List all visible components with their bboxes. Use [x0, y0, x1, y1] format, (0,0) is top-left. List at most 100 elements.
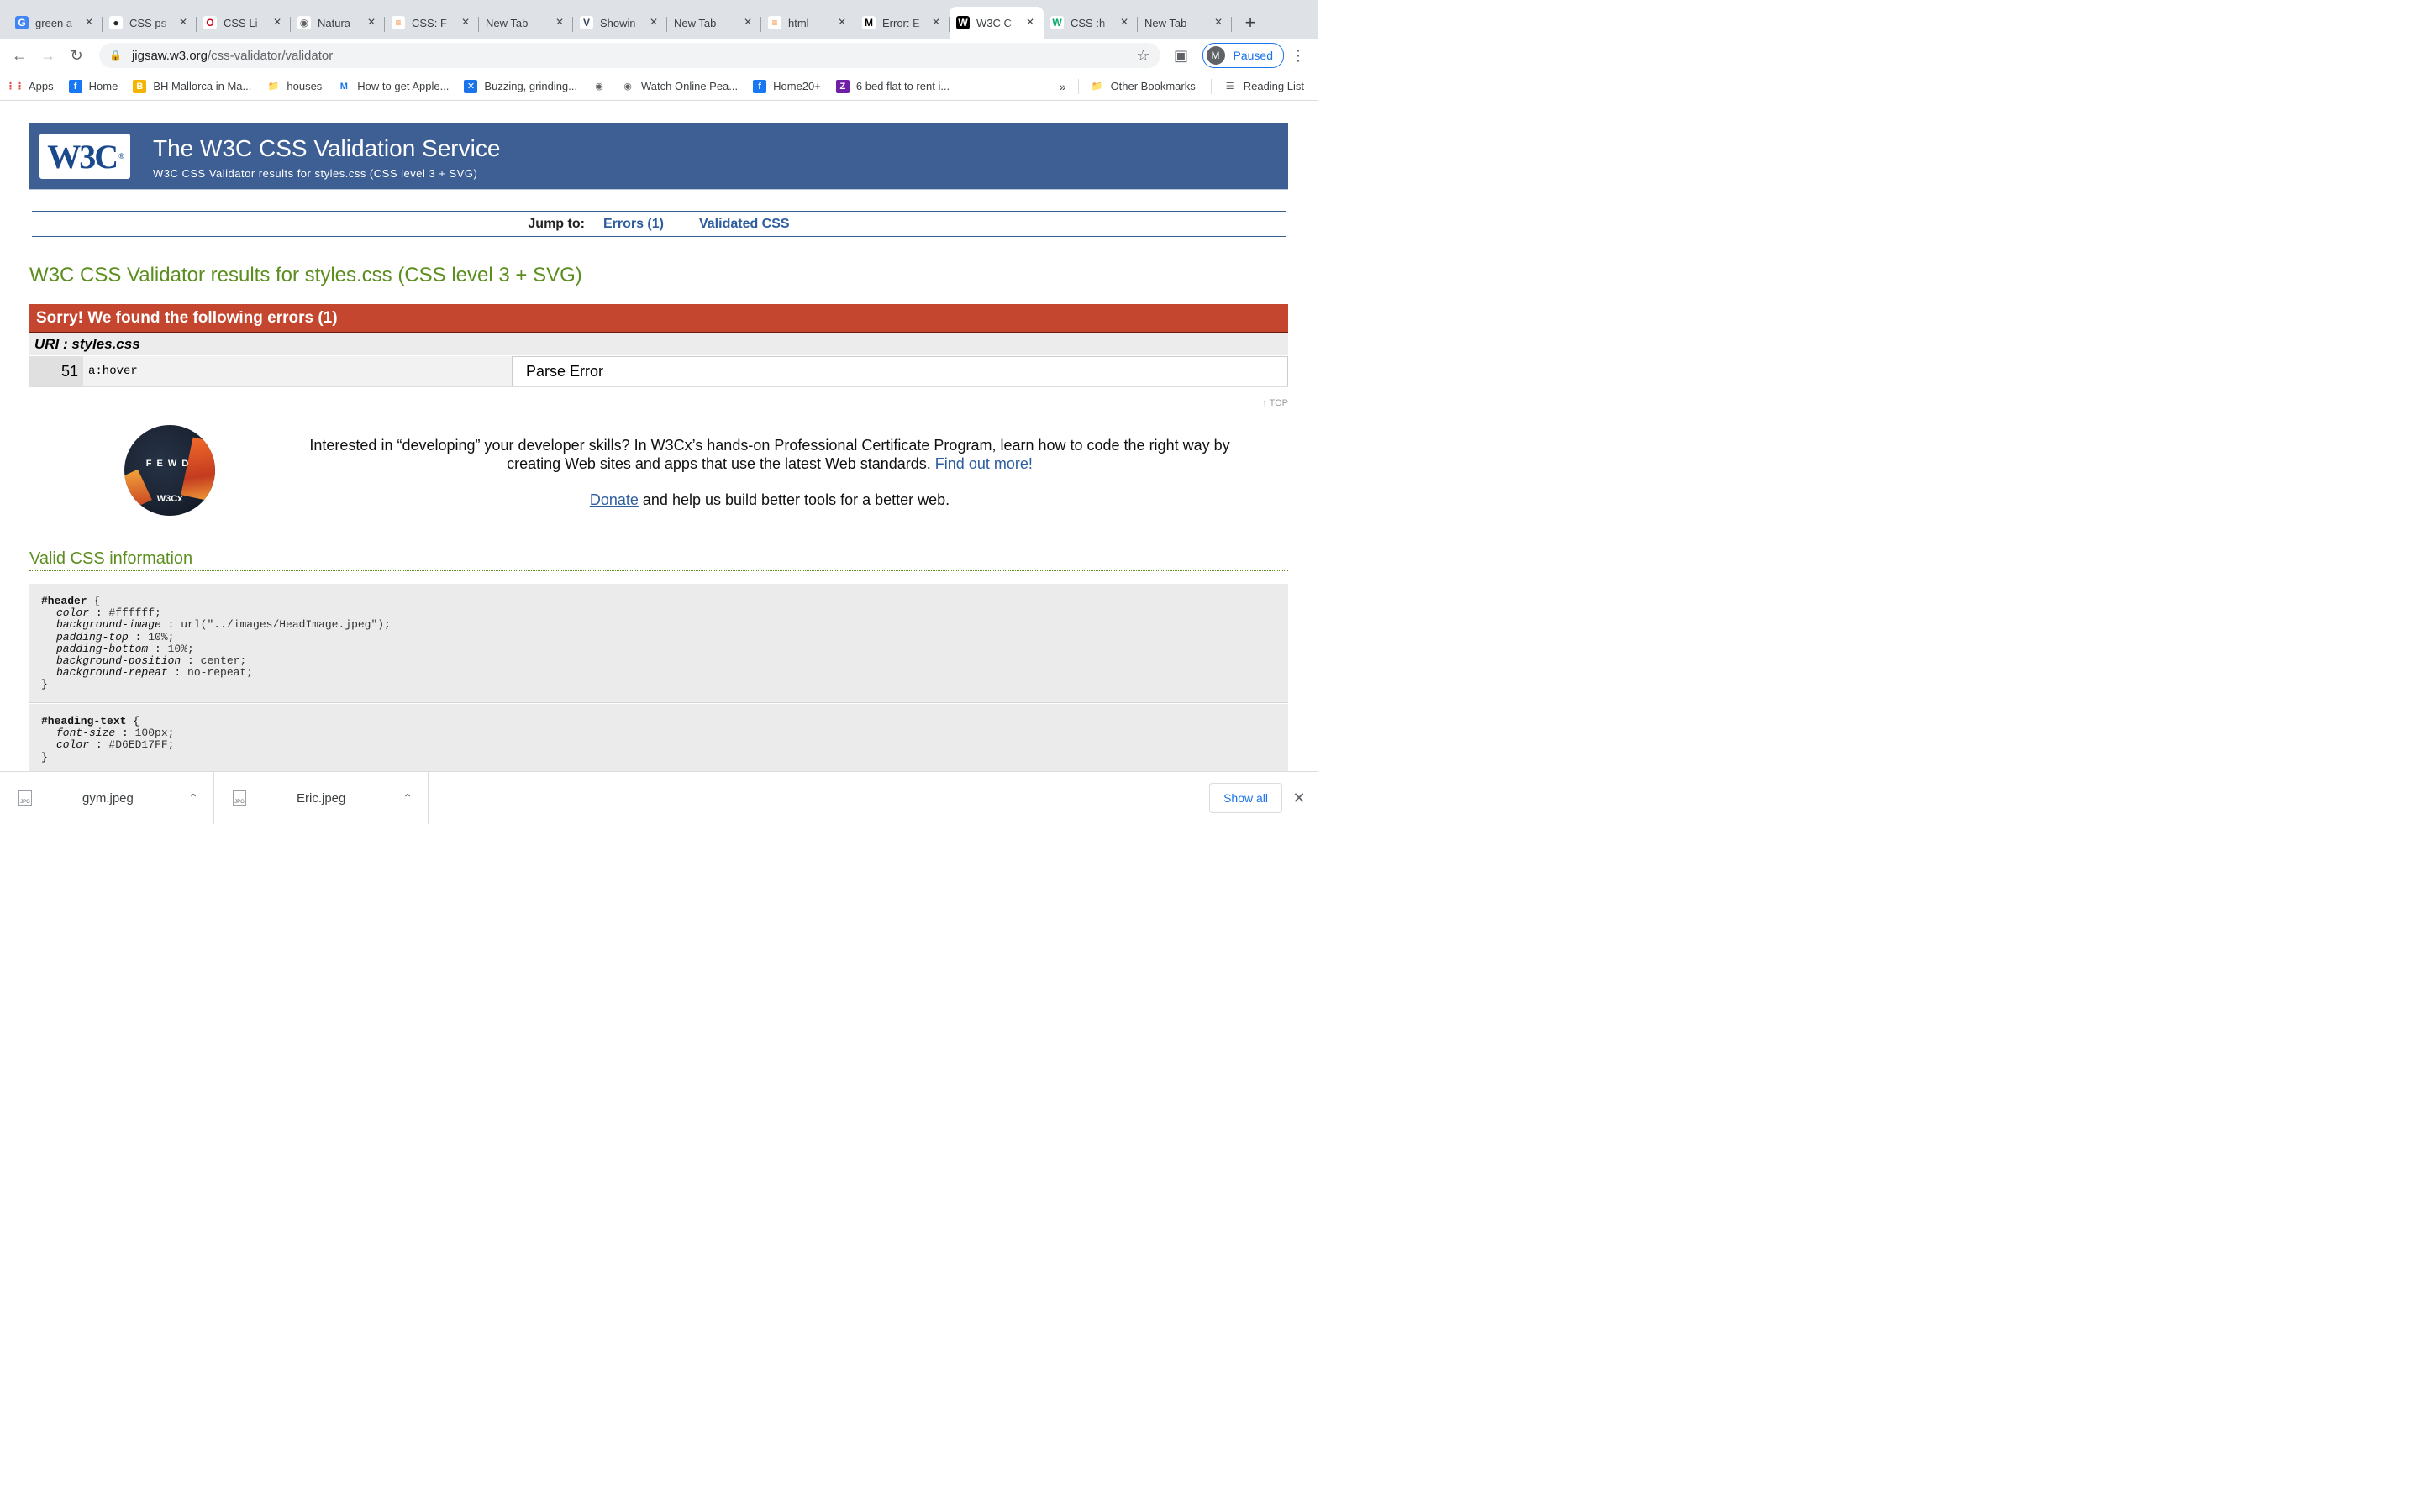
bookmarks-overflow-chevron[interactable]: » — [1060, 80, 1066, 93]
css-declaration: color : #ffffff; — [41, 607, 1288, 619]
browser-menu-icon[interactable]: ⋮ — [1284, 41, 1313, 70]
browser-tab[interactable]: New Tab × — [479, 7, 573, 39]
profile-status: Paused — [1233, 49, 1273, 62]
close-tab-icon[interactable]: × — [741, 15, 755, 30]
globe-icon: ◉ — [592, 79, 606, 93]
close-tab-icon[interactable]: × — [1023, 15, 1037, 30]
download-item[interactable]: JPG Eric.jpeg ⌃ — [214, 772, 429, 824]
facebook-icon: f — [753, 79, 767, 93]
browser-tab[interactable]: New Tab × — [1138, 7, 1232, 39]
w3cx-fewd-badge[interactable]: FEWD W3Cx — [124, 425, 215, 516]
stackoverflow-icon: ≡ — [768, 16, 781, 29]
close-tab-icon[interactable]: × — [82, 15, 96, 30]
folder-icon: 📁 — [266, 79, 281, 93]
forward-button[interactable]: → — [34, 41, 62, 70]
w3c-logo[interactable]: W3C ® — [39, 134, 130, 179]
jump-validated-link[interactable]: Validated CSS — [699, 217, 790, 232]
other-bookmarks[interactable]: 📁 Other Bookmarks — [1091, 80, 1196, 93]
close-tab-icon[interactable]: × — [176, 15, 190, 30]
reading-list-label: Reading List — [1243, 80, 1304, 92]
back-button[interactable]: ← — [5, 41, 34, 70]
browser-tab[interactable]: M Error: E × — [855, 7, 950, 39]
bookmark-item[interactable]: M How to get Apple... — [337, 79, 449, 93]
css-value: #D6ED17FF; — [108, 738, 175, 752]
new-tab-button[interactable]: + — [1237, 7, 1264, 39]
reading-list[interactable]: ☰ Reading List — [1223, 80, 1304, 93]
bookmark-item[interactable]: f Home20+ — [753, 79, 821, 93]
w3c-logo-text: W3C — [47, 137, 118, 176]
bookmark-item[interactable]: f Home — [68, 79, 118, 93]
bookmark-item[interactable]: Z 6 bed flat to rent i... — [835, 79, 950, 93]
close-tab-icon[interactable]: × — [271, 15, 284, 30]
bookmark-label: 6 bed flat to rent i... — [855, 80, 950, 92]
browser-tab[interactable]: V Showin × — [573, 7, 667, 39]
css-selector: #header — [41, 595, 87, 607]
tab-title: green a — [35, 16, 73, 29]
browser-tab[interactable]: ◉ Natura × — [291, 7, 385, 39]
page-content: W3C ® The W3C CSS Validation Service W3C … — [0, 102, 1318, 771]
bookmark-label: Apps — [29, 80, 54, 92]
bookmark-star-icon[interactable]: ☆ — [1136, 47, 1150, 65]
bookmark-item[interactable]: ◉ Watch Online Pea... — [621, 79, 738, 93]
bookmark-label: Buzzing, grinding... — [484, 80, 577, 92]
top-link[interactable]: ↑ TOP — [1262, 398, 1288, 408]
error-context: a:hover — [83, 356, 512, 386]
browser-tab[interactable]: ≡ html - × — [761, 7, 855, 39]
browser-tab[interactable]: W CSS :h × — [1044, 7, 1138, 39]
tab-title: CSS ps — [129, 16, 167, 29]
address-bar[interactable]: 🔒 jigsaw.w3.org/css-validator/validator … — [99, 43, 1160, 68]
close-tab-icon[interactable]: × — [1118, 15, 1131, 30]
close-tab-icon[interactable]: × — [459, 15, 472, 30]
close-tab-icon[interactable]: × — [929, 15, 943, 30]
bookmark-item[interactable]: B BH Mallorca in Ma... — [133, 79, 251, 93]
reload-button[interactable]: ↻ — [62, 41, 91, 70]
chevron-up-icon[interactable]: ⌃ — [402, 791, 413, 806]
badge-decoration — [181, 437, 215, 502]
browser-tab[interactable]: ● CSS ps × — [103, 7, 197, 39]
chevron-up-icon[interactable]: ⌃ — [188, 791, 198, 806]
bookmark-item[interactable]: ⋮⋮ Apps — [6, 79, 54, 93]
jump-errors-link[interactable]: Errors (1) — [603, 217, 664, 232]
stackoverflow-icon: ≡ — [392, 16, 405, 29]
css-value: center; — [200, 654, 247, 668]
lock-icon: 🔒 — [109, 50, 122, 61]
browser-tab[interactable]: Ggreen a × — [8, 7, 103, 39]
close-tab-icon[interactable]: × — [835, 15, 849, 30]
bookmarks-divider — [1077, 78, 1079, 94]
close-tab-icon[interactable]: × — [553, 15, 566, 30]
tab-title: W3C C — [976, 16, 1012, 29]
browser-tab[interactable]: O CSS Li × — [197, 7, 291, 39]
uri-line: URI : styles.css — [29, 333, 1288, 355]
folder-icon: 📁 — [1091, 81, 1103, 92]
bookmark-label: Home — [88, 80, 118, 92]
close-tab-icon[interactable]: × — [1212, 15, 1225, 30]
close-tab-icon[interactable]: × — [365, 15, 378, 30]
css-property: padding-bottom — [56, 642, 149, 655]
w3schools-icon: W — [1050, 16, 1064, 29]
bookmark-item[interactable]: 📁 houses — [266, 79, 322, 93]
css-property: background-repeat — [56, 666, 168, 680]
show-all-downloads-button[interactable]: Show all — [1209, 783, 1282, 813]
browser-tab[interactable]: W W3C C × — [950, 7, 1044, 39]
css-value: #ffffff; — [108, 606, 161, 620]
extensions-puzzle-icon[interactable]: ▣ — [1167, 41, 1196, 70]
browser-tab[interactable]: New Tab × — [667, 7, 761, 39]
w3c-banner: W3C ® The W3C CSS Validation Service W3C … — [29, 123, 1288, 190]
close-icon[interactable]: ✕ — [1291, 790, 1307, 807]
bookmark-item[interactable]: ◉ — [592, 79, 613, 93]
bookmark-item[interactable]: ✕ Buzzing, grinding... — [464, 79, 577, 93]
donate-link[interactable]: Donate — [590, 491, 639, 508]
github-icon: ● — [109, 16, 123, 29]
badge-letters: FEWD — [145, 459, 194, 469]
profile-button[interactable]: M Paused — [1202, 43, 1284, 68]
css-value: 10%; — [167, 642, 194, 655]
css-declaration: padding-bottom : 10%; — [41, 643, 1288, 655]
find-out-more-link[interactable]: Find out more! — [935, 455, 1033, 472]
close-tab-icon[interactable]: × — [647, 15, 660, 30]
css-declaration: background-position : center; — [41, 654, 1288, 668]
bookmark-label: Home20+ — [773, 80, 821, 92]
css-property: color — [56, 606, 90, 620]
browser-tab[interactable]: ≡ CSS: F × — [385, 7, 479, 39]
download-item[interactable]: JPG gym.jpeg ⌃ — [0, 772, 214, 824]
css-property: padding-top — [56, 630, 129, 643]
